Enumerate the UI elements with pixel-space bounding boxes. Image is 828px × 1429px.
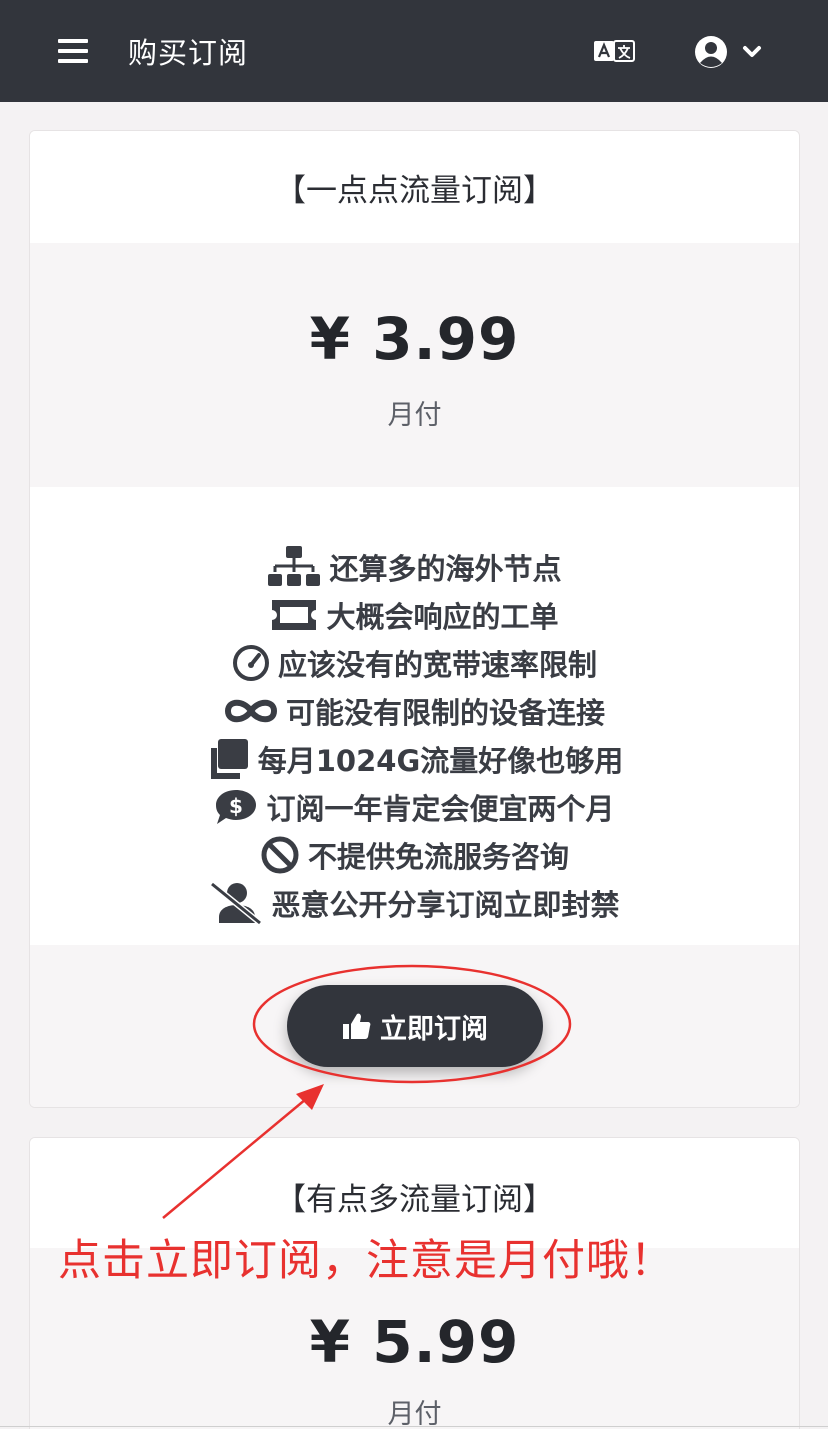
plan-period: 月付	[387, 400, 442, 431]
plan-name: 【一点点流量订阅】	[30, 131, 799, 243]
plan-period: 月付	[387, 1399, 442, 1429]
feature-text: 还算多的海外节点	[329, 552, 562, 586]
svg-text:$: $	[230, 794, 244, 818]
translate-icon[interactable]	[594, 38, 636, 64]
button-area: 立即订阅	[30, 945, 799, 1107]
feature-text: 不提供免流服务咨询	[307, 840, 569, 874]
feature-text: 可能没有限制的设备连接	[285, 696, 605, 730]
feature-item: 大概会响应的工单	[30, 591, 799, 639]
feature-item: 每月1024G流量好像也够用	[30, 735, 799, 783]
price-block: ¥ 3.99 月付	[30, 243, 799, 487]
feature-item: $ 订阅一年肯定会便宜两个月	[30, 783, 799, 831]
user-circle-icon	[695, 36, 761, 68]
copy-icon	[206, 738, 250, 780]
page-title: 购买订阅	[128, 36, 249, 70]
feature-text: 订阅一年肯定会便宜两个月	[266, 792, 615, 826]
thumbs-up-icon	[342, 1011, 372, 1041]
user-menu-button[interactable]	[694, 35, 768, 69]
feature-text: 恶意公开分享订阅立即封禁	[271, 888, 620, 922]
hamburger-menu-icon[interactable]	[56, 35, 92, 67]
dollar-comment-icon: $	[214, 788, 258, 826]
feature-item: 可能没有限制的设备连接	[30, 687, 799, 735]
annotation-text: 点击立即订阅，注意是月付哦！	[58, 1236, 674, 1286]
subscribe-button-label: 立即订阅	[380, 1013, 488, 1044]
ticket-icon	[270, 598, 318, 632]
speedometer-icon	[232, 644, 270, 682]
feature-item: 还算多的海外节点	[30, 543, 799, 591]
feature-item: 不提供免流服务咨询	[30, 831, 799, 879]
feature-item: 恶意公开分享订阅立即封禁	[30, 879, 799, 927]
sitemap-icon	[267, 545, 321, 589]
feature-text: 应该没有的宽带速率限制	[277, 648, 597, 682]
feature-text: 每月1024G流量好像也够用	[257, 744, 624, 778]
ban-icon	[260, 835, 300, 875]
feature-list: 还算多的海外节点 大概会响应的工单 应该没有的宽带速率限制 可能没有限制的设备连…	[30, 487, 799, 945]
top-navbar: 购买订阅	[0, 0, 828, 102]
user-slash-icon	[209, 881, 263, 925]
divider	[0, 1426, 828, 1427]
subscribe-button[interactable]: 立即订阅	[287, 985, 543, 1067]
plan-card: 【一点点流量订阅】 ¥ 3.99 月付 还算多的海外节点 大概会响应的工单 应该…	[29, 130, 800, 1108]
feature-item: 应该没有的宽带速率限制	[30, 639, 799, 687]
feature-text: 大概会响应的工单	[326, 600, 559, 634]
plan-price: ¥ 3.99	[309, 305, 520, 373]
infinity-icon	[224, 697, 278, 725]
